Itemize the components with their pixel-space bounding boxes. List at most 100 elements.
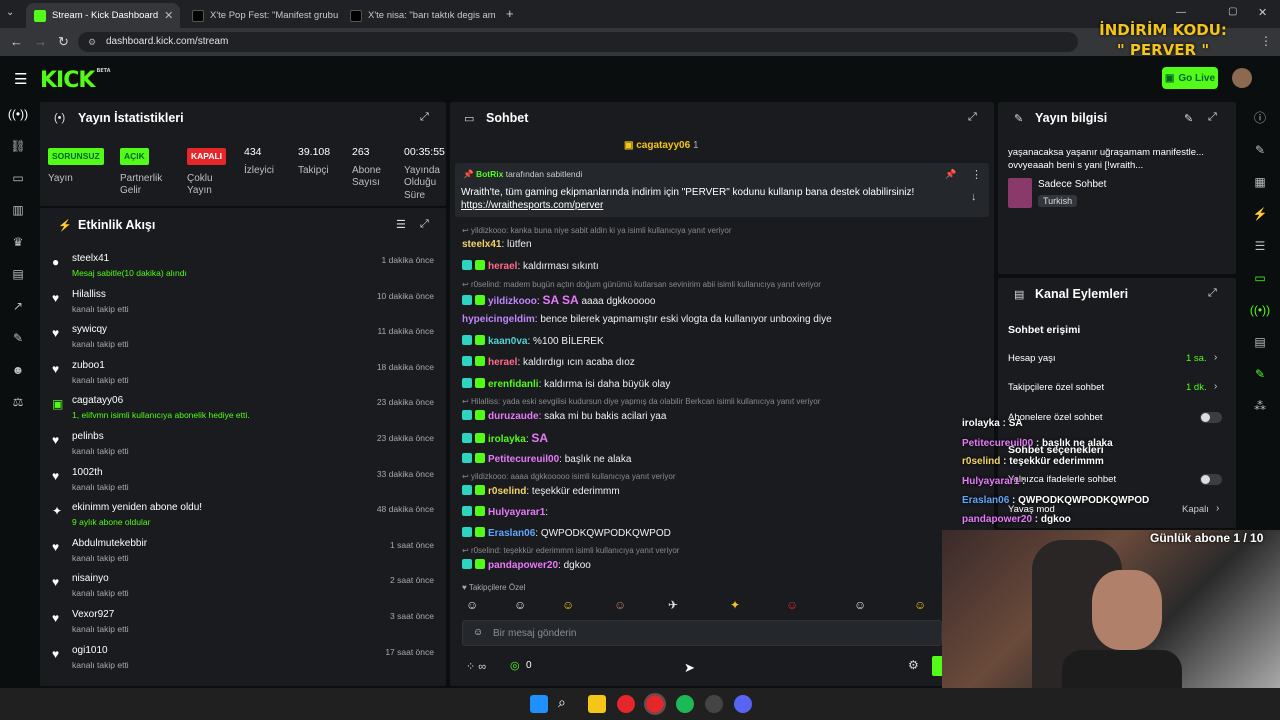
menu-dots-icon[interactable]: ⋮	[1260, 34, 1272, 48]
chat-message[interactable]: Eraslan06: QWPODKQWPODKQWPOD	[462, 527, 671, 539]
chrome-icon[interactable]	[617, 695, 635, 713]
emote-icon[interactable]: ☺	[854, 598, 866, 612]
chat-username[interactable]: irolayka	[488, 434, 526, 445]
people-icon[interactable]: ⁂	[1242, 390, 1278, 422]
popout-icon[interactable]: ⤢	[420, 111, 429, 124]
tab-x-nisa[interactable]: X'te nisa: "barı taktık degis ami ✕	[342, 3, 496, 28]
activity-item[interactable]: ♥ 1002th kanalı takip etti 33 dakika önc…	[48, 464, 438, 498]
chat-username[interactable]: pandapower20	[488, 560, 558, 571]
chat-username[interactable]: herael	[488, 261, 517, 272]
go-live-button[interactable]: ▣ Go Live	[1162, 67, 1218, 89]
chat-username[interactable]: kaan0va	[488, 336, 527, 347]
emote-only-toggle[interactable]	[1200, 474, 1222, 485]
chat-username[interactable]: hypeicingeldim	[462, 314, 535, 325]
chat-icon[interactable]: ▭	[1242, 262, 1278, 294]
activity-user[interactable]: ekinimm yeniden abone oldu!	[72, 502, 202, 513]
video-icon[interactable]: ▭	[0, 162, 36, 194]
infinity-icon[interactable]: ⁘ ∞	[466, 660, 486, 673]
chat-message[interactable]: Hulyayarar1:	[462, 506, 548, 518]
activity-item[interactable]: ♥ Hilalliss kanalı takip etti 10 dakika …	[48, 286, 438, 320]
activity-user[interactable]: Abdulmutekebbir	[72, 538, 147, 549]
chat-message[interactable]: pandapower20: dgkoo	[462, 559, 591, 571]
forward-icon[interactable]: →	[34, 34, 47, 49]
moderation-icon[interactable]: ⚖	[0, 386, 36, 418]
activity-user[interactable]: steelx41	[72, 253, 109, 264]
emote-icon[interactable]: ☺	[786, 598, 798, 612]
activity-user[interactable]: sywicqy	[72, 324, 107, 335]
link-icon[interactable]: ⛓	[0, 130, 36, 162]
discord-icon[interactable]	[734, 695, 752, 713]
maximize-icon[interactable]: ▢	[1228, 6, 1237, 17]
popout-icon[interactable]: ⤢	[1208, 287, 1217, 300]
activity-user[interactable]: zuboo1	[72, 360, 105, 371]
chat-message[interactable]: herael: kaldırması sıkıntı	[462, 260, 599, 272]
activity-user[interactable]: cagatayy06	[72, 395, 123, 406]
tab-search-icon[interactable]: ⌄	[6, 7, 14, 18]
activity-user[interactable]: 1002th	[72, 467, 103, 478]
filter-icon[interactable]: ☰	[396, 218, 406, 231]
search-icon[interactable]: ⌕	[558, 694, 566, 711]
activity-item[interactable]: ♥ pelinbs kanalı takip etti 23 dakika ön…	[48, 428, 438, 462]
popout-icon[interactable]: ⤢	[420, 218, 429, 231]
site-info-icon[interactable]: ⚙	[88, 32, 96, 52]
close-window-icon[interactable]: ✕	[1258, 6, 1267, 19]
top-gifter-name[interactable]: cagatayy06	[636, 140, 690, 151]
emote-picker-icon[interactable]: ☺	[473, 627, 483, 638]
chat-message[interactable]: duruzaude: saka mi bu bakis acilari yaa	[462, 410, 666, 422]
url-field[interactable]: ⚙ dashboard.kick.com/stream	[78, 32, 1078, 52]
chrome-icon[interactable]	[644, 693, 666, 715]
minimize-icon[interactable]: —	[1176, 7, 1186, 18]
wrench-icon[interactable]: ✎	[0, 322, 36, 354]
chat-input[interactable]: ☺ Bir mesaj gönderin	[462, 620, 942, 646]
chevron-right-icon[interactable]: ›	[1214, 352, 1217, 363]
spotify-icon[interactable]	[676, 695, 694, 713]
new-tab-icon[interactable]: +	[506, 6, 514, 21]
emote-icon[interactable]: ☺	[562, 598, 574, 612]
category-name[interactable]: Sadece Sohbet	[1038, 179, 1106, 190]
chat-username[interactable]: r0selind	[488, 486, 526, 497]
chat-username[interactable]: steelx41	[462, 239, 501, 250]
activity-item[interactable]: ● steelx41 Mesaj sabitle(10 dakika) alın…	[48, 250, 438, 284]
emote-icon[interactable]: ☺	[914, 598, 926, 612]
tab-x-popfest[interactable]: X'te Pop Fest: "Manifest grubun ✕	[184, 3, 338, 28]
activity-item[interactable]: ♥ sywicqy kanalı takip etti 11 dakika ön…	[48, 321, 438, 355]
emote-icon[interactable]: ✈	[668, 598, 678, 612]
pinned-link[interactable]: https://wraithesports.com/perver	[461, 200, 603, 211]
app-icon[interactable]	[705, 695, 723, 713]
activity-item[interactable]: ♥ nisainyo kanalı takip etti 2 saat önce	[48, 570, 438, 604]
chat-username[interactable]: herael	[488, 357, 517, 368]
chevron-right-icon[interactable]: ›	[1214, 381, 1217, 392]
emote-icon[interactable]: ☺	[614, 598, 626, 612]
popout-icon[interactable]: ⤢	[968, 111, 977, 124]
chat-message[interactable]: yildizkooo: SA SA aaaa dgkkooooo	[462, 293, 655, 307]
activity-item[interactable]: ♥ ogi1010 kanalı takip etti 17 saat önce	[48, 642, 438, 676]
chat-username[interactable]: Hulyayarar1	[488, 507, 545, 518]
chart-icon[interactable]: ↗	[0, 290, 36, 322]
chat-message[interactable]: irolayka: SA	[462, 431, 548, 445]
avatar[interactable]	[1232, 68, 1252, 88]
edit-icon[interactable]: ✎	[1184, 112, 1193, 125]
activity-item[interactable]: ♥ Vexor927 kanalı takip etti 3 saat önce	[48, 606, 438, 640]
chat-username[interactable]: yildizkooo	[488, 296, 537, 307]
wrench-icon[interactable]: ✎	[1242, 358, 1278, 390]
chat-message[interactable]: kaan0va: %100 BİLEREK	[462, 335, 604, 347]
send-button[interactable]	[932, 656, 942, 676]
close-icon[interactable]: ✕	[158, 9, 173, 22]
chevron-right-icon[interactable]: ›	[1216, 503, 1219, 514]
analytics-icon[interactable]: ▥	[0, 194, 36, 226]
points-icon[interactable]: ◎	[510, 659, 520, 672]
users-icon[interactable]: ☻	[0, 354, 36, 386]
activity-user[interactable]: Hilalliss	[72, 289, 106, 300]
chat-message[interactable]: Petitecureuil00: başlık ne alaka	[462, 453, 631, 465]
kick-logo[interactable]: KICK BETA	[40, 68, 111, 93]
activity-user[interactable]: pelinbs	[72, 431, 104, 442]
back-icon[interactable]: ←	[10, 34, 23, 49]
settings-icon[interactable]: ⚙	[908, 658, 919, 672]
pinned-by[interactable]: BotRix	[476, 169, 503, 179]
activity-user[interactable]: Vexor927	[72, 609, 114, 620]
list-icon[interactable]: ☰	[1242, 230, 1278, 262]
collapse-icon[interactable]: ↓	[971, 191, 977, 203]
unpin-icon[interactable]: 📌	[945, 169, 956, 180]
activity-user[interactable]: nisainyo	[72, 573, 109, 584]
chat-message[interactable]: steelx41: lütfen	[462, 239, 532, 250]
